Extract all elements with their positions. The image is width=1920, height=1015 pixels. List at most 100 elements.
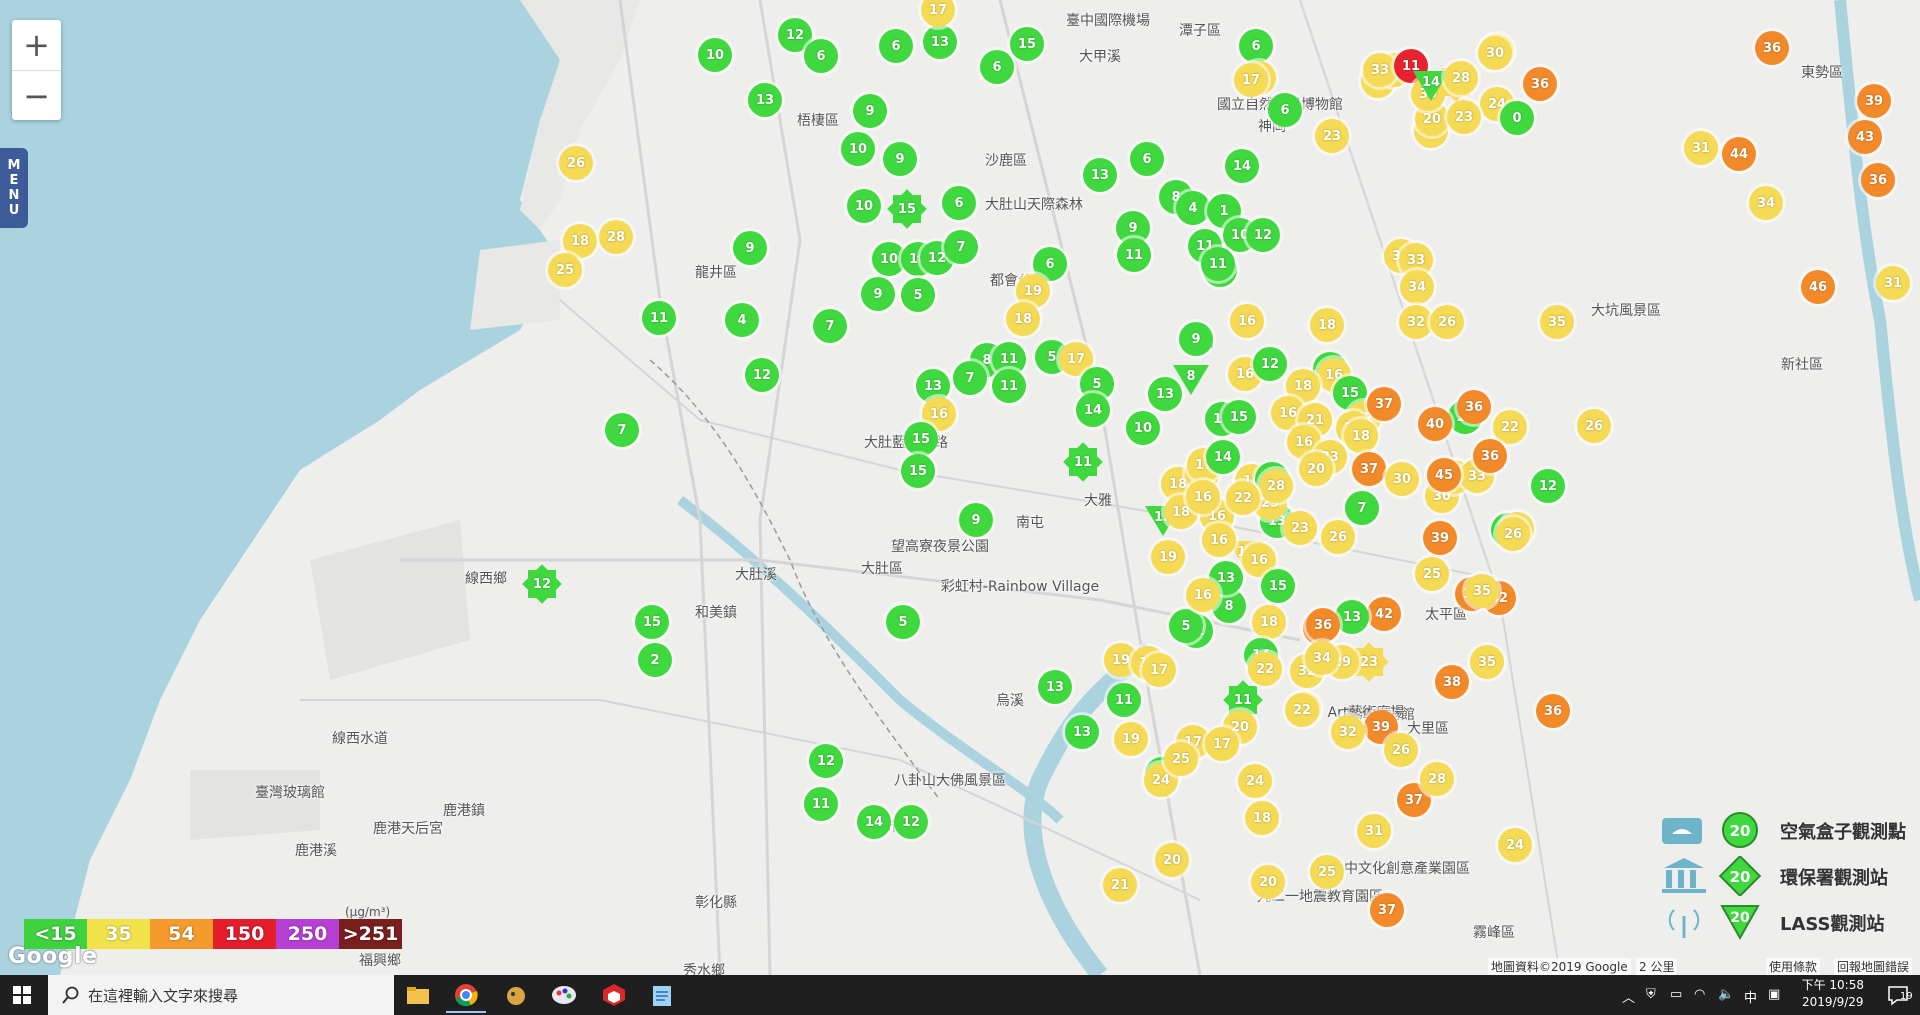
pm25-station-marker[interactable]: 25 xyxy=(548,253,582,287)
report-error-link[interactable]: 回報地圖錯誤 xyxy=(1834,958,1913,975)
pm25-station-marker[interactable]: 31 xyxy=(1684,131,1718,165)
pm25-station-marker[interactable]: 20 xyxy=(1251,865,1285,899)
pm25-station-marker[interactable]: 36 xyxy=(1861,163,1895,197)
pm25-station-marker[interactable]: 36 xyxy=(1306,608,1340,642)
pm25-station-marker[interactable]: 18 xyxy=(1310,308,1344,342)
pm25-station-marker[interactable]: 37 xyxy=(1370,893,1404,927)
pm25-station-marker[interactable]: 34 xyxy=(1749,186,1783,220)
pm25-station-marker[interactable]: 26 xyxy=(1384,733,1418,767)
tray-overflow-icon[interactable]: ︿ xyxy=(1622,987,1635,1006)
pm25-station-marker[interactable]: 34 xyxy=(1305,641,1339,675)
pm25-station-marker[interactable]: 32 xyxy=(1399,305,1433,339)
pm25-station-marker[interactable]: 17 xyxy=(1142,653,1176,687)
pm25-station-marker[interactable]: 9 xyxy=(883,142,917,176)
sketchup-icon[interactable] xyxy=(594,979,634,1011)
map-view[interactable]: 臺中國際機場梧棲區沙鹿區大肚山天際森林龍井區都會公園大肚藍色公路望高寮夜景公園大… xyxy=(0,0,1920,975)
pm25-station-marker[interactable]: 18 xyxy=(1344,419,1378,453)
notepad-icon[interactable] xyxy=(642,979,682,1011)
pm25-station-marker[interactable]: 23 xyxy=(1283,511,1317,545)
pm25-station-marker[interactable]: 31 xyxy=(1357,814,1391,848)
pm25-station-marker[interactable]: 35 xyxy=(1470,645,1504,679)
pm25-station-marker[interactable]: 12 xyxy=(1531,469,1565,503)
pm25-station-marker[interactable]: 7 xyxy=(1345,491,1379,525)
taskbar-search[interactable]: 在這裡輸入文字來搜尋 xyxy=(48,975,394,1015)
pm25-station-marker[interactable]: 14 xyxy=(1206,440,1240,474)
pm25-station-marker[interactable]: 26 xyxy=(1496,517,1530,551)
pm25-station-marker[interactable]: 36 xyxy=(1473,439,1507,473)
pm25-station-marker[interactable]: 26 xyxy=(1577,409,1611,443)
pm25-station-marker[interactable]: 16 xyxy=(1186,480,1220,514)
pm25-station-marker[interactable]: 16 xyxy=(1202,523,1236,557)
pm25-station-marker[interactable]: 23 xyxy=(1315,119,1349,153)
pm25-station-marker[interactable]: 44 xyxy=(1722,137,1756,171)
pm25-station-marker[interactable]: 24 xyxy=(1238,764,1272,798)
terms-link[interactable]: 使用條款 xyxy=(1766,958,1821,975)
pm25-station-marker[interactable]: 19 xyxy=(1151,540,1185,574)
taskbar-clock[interactable]: 下午 10:58 2019/9/29 xyxy=(1802,977,1864,1011)
pm25-station-marker[interactable]: 0 xyxy=(1500,101,1534,135)
pm25-station-marker[interactable]: 6 xyxy=(1239,29,1273,63)
pm25-station-marker[interactable]: 26 xyxy=(559,146,593,180)
pm25-station-marker[interactable]: 9 xyxy=(861,277,895,311)
pm25-station-marker[interactable]: 13 xyxy=(1083,158,1117,192)
pm25-station-marker[interactable]: 36 xyxy=(1457,390,1491,424)
pm25-station-marker[interactable]: 17 xyxy=(1205,727,1239,761)
pm25-station-marker[interactable]: 24 xyxy=(1498,828,1532,862)
battery-icon[interactable]: ▭ xyxy=(1670,987,1682,1002)
pm25-station-marker[interactable]: 31 xyxy=(1876,266,1910,300)
pm25-station-marker[interactable]: 21 xyxy=(1103,868,1137,902)
pm25-station-marker[interactable]: 5 xyxy=(1169,609,1203,643)
pm25-station-marker[interactable]: 13 xyxy=(1065,715,1099,749)
notification-center-icon[interactable]: 19 xyxy=(1878,979,1918,1011)
pm25-station-marker[interactable]: 6 xyxy=(804,39,838,73)
pm25-station-marker[interactable]: 12 xyxy=(745,358,779,392)
pm25-station-marker[interactable]: 18 xyxy=(1245,801,1279,835)
pm25-station-marker[interactable]: 6 xyxy=(1268,93,1302,127)
pm25-station-marker[interactable]: 17 xyxy=(1234,63,1268,97)
pm25-station-marker[interactable]: 13 xyxy=(1038,670,1072,704)
pm25-station-marker[interactable]: 5 xyxy=(901,278,935,312)
pm25-station-marker[interactable]: 42 xyxy=(1367,597,1401,631)
pm25-station-marker[interactable]: 11 xyxy=(1069,448,1097,476)
pm25-station-marker[interactable]: 14 xyxy=(1076,393,1110,427)
pm25-station-marker[interactable]: 15 xyxy=(635,605,669,639)
security-icon[interactable]: ⛨ xyxy=(1646,987,1656,1002)
pm25-station-marker[interactable]: 10 xyxy=(1126,411,1160,445)
pm25-station-marker[interactable]: 4 xyxy=(1176,191,1210,225)
pm25-station-marker[interactable]: 2 xyxy=(638,643,672,677)
pm25-station-marker[interactable]: 13 xyxy=(923,25,957,59)
pm25-station-marker[interactable]: 9 xyxy=(959,503,993,537)
pm25-station-marker[interactable]: 28 xyxy=(599,220,633,254)
wifi-icon[interactable]: ◠ xyxy=(1694,987,1705,1002)
pm25-station-marker[interactable]: 10 xyxy=(847,189,881,223)
pm25-station-marker[interactable]: 15 xyxy=(893,195,921,223)
pm25-station-marker[interactable]: 46 xyxy=(1801,270,1835,304)
pm25-station-marker[interactable]: 20 xyxy=(1155,843,1189,877)
pm25-station-marker[interactable]: 43 xyxy=(1848,120,1882,154)
pm25-station-marker[interactable]: 26 xyxy=(1321,520,1355,554)
pm25-station-marker[interactable]: 4 xyxy=(725,303,759,337)
pm25-station-marker[interactable]: 6 xyxy=(879,29,913,63)
pm25-station-marker[interactable]: 15 xyxy=(901,454,935,488)
pm25-station-marker[interactable]: 12 xyxy=(809,744,843,778)
pm25-station-marker[interactable]: 45 xyxy=(1427,458,1461,492)
pm25-station-marker[interactable]: 14 xyxy=(857,805,891,839)
pm25-station-marker[interactable]: 18 xyxy=(1252,605,1286,639)
pm25-station-marker[interactable]: 16 xyxy=(1186,578,1220,612)
pm25-station-marker[interactable]: 11 xyxy=(992,369,1026,403)
pm25-station-marker[interactable]: 28 xyxy=(1420,762,1454,796)
volume-icon[interactable]: 🔈 xyxy=(1718,987,1734,1002)
pm25-station-marker[interactable]: 11 xyxy=(1201,247,1235,281)
pm25-station-marker[interactable]: 9 xyxy=(733,231,767,265)
pm25-station-marker[interactable]: 36 xyxy=(1523,67,1557,101)
pm25-station-marker[interactable]: 7 xyxy=(813,309,847,343)
pm25-station-marker[interactable]: 30 xyxy=(1478,36,1512,70)
pm25-station-marker[interactable]: 16 xyxy=(1230,304,1264,338)
pm25-station-marker[interactable]: 10 xyxy=(698,38,732,72)
pm25-station-marker[interactable]: 11 xyxy=(642,301,676,335)
pm25-station-marker[interactable]: 36 xyxy=(1755,31,1789,65)
pm25-station-marker[interactable]: 9 xyxy=(853,94,887,128)
pm25-station-marker[interactable]: 7 xyxy=(605,413,639,447)
zoom-in-button[interactable]: + xyxy=(12,20,61,71)
pm25-station-marker[interactable]: 32 xyxy=(1331,715,1365,749)
